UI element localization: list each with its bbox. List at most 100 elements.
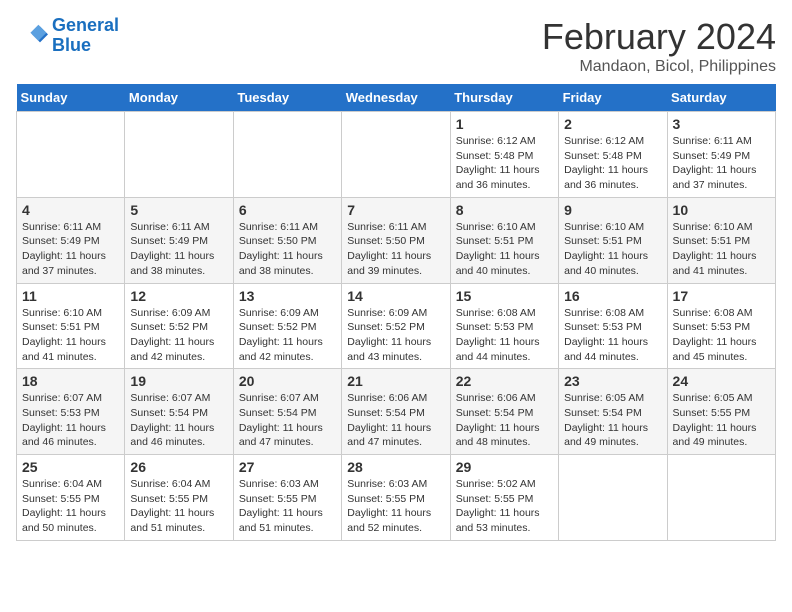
calendar-cell: 15Sunrise: 6:08 AM Sunset: 5:53 PM Dayli… (450, 283, 558, 369)
header-row: SundayMondayTuesdayWednesdayThursdayFrid… (17, 84, 776, 112)
calendar-cell: 13 Sunrise: 6:09 AM Sunset: 5:52 PM Dayli… (233, 283, 341, 369)
day-number: 26 (130, 459, 227, 475)
day-number: 15 (456, 288, 553, 304)
day-info: Sunrise: 6:05 AM Sunset: 5:55 PM Dayligh… (673, 391, 770, 450)
day-info: Sunrise: 6:04 AM Sunset: 5:55 PM Dayligh… (130, 477, 227, 536)
calendar-cell (559, 455, 667, 541)
calendar-cell: 2 Sunrise: 6:12 AM Sunset: 5:48 PM Daylig… (559, 112, 667, 198)
day-number: 5 (130, 202, 227, 218)
weekday-header-wednesday: Wednesday (342, 84, 450, 112)
day-number: 22 (456, 373, 553, 389)
day-info: Sunrise: 6:11 AM Sunset: 5:49 PM Dayligh… (130, 220, 227, 279)
calendar-cell: 1Sunrise: 6:12 AM Sunset: 5:48 PM Daylig… (450, 112, 558, 198)
calendar-cell: 3Sunrise: 6:11 AM Sunset: 5:49 PM Daylig… (667, 112, 775, 198)
day-info: Sunrise: 6:07 AM Sunset: 5:54 PM Dayligh… (130, 391, 227, 450)
day-number: 25 (22, 459, 119, 475)
day-number: 16 (564, 288, 661, 304)
day-info: Sunrise: 6:09 AM Sunset: 5:52 PM Dayligh… (130, 306, 227, 365)
calendar-week-3: 11 Sunrise: 6:10 AM Sunset: 5:51 PM Dayli… (17, 283, 776, 369)
calendar-body: 1Sunrise: 6:12 AM Sunset: 5:48 PM Daylig… (17, 112, 776, 541)
logo: General Blue (16, 16, 119, 56)
logo-line1: General (52, 15, 119, 35)
calendar-cell: 11 Sunrise: 6:10 AM Sunset: 5:51 PM Dayli… (17, 283, 125, 369)
weekday-header-sunday: Sunday (17, 84, 125, 112)
day-number: 12 (130, 288, 227, 304)
weekday-header-thursday: Thursday (450, 84, 558, 112)
calendar-cell: 17Sunrise: 6:08 AM Sunset: 5:53 PM Dayli… (667, 283, 775, 369)
day-number: 20 (239, 373, 336, 389)
day-number: 28 (347, 459, 444, 475)
day-number: 19 (130, 373, 227, 389)
calendar-cell: 7 Sunrise: 6:11 AM Sunset: 5:50 PM Daylig… (342, 197, 450, 283)
day-info: Sunrise: 6:11 AM Sunset: 5:50 PM Dayligh… (239, 220, 336, 279)
weekday-header-tuesday: Tuesday (233, 84, 341, 112)
calendar-cell: 25 Sunrise: 6:04 AM Sunset: 5:55 PM Dayli… (17, 455, 125, 541)
calendar-cell (17, 112, 125, 198)
day-number: 11 (22, 288, 119, 304)
calendar-cell: 19 Sunrise: 6:07 AM Sunset: 5:54 PM Dayli… (125, 369, 233, 455)
day-number: 2 (564, 116, 661, 132)
day-number: 17 (673, 288, 770, 304)
day-info: Sunrise: 6:03 AM Sunset: 5:55 PM Dayligh… (347, 477, 444, 536)
calendar-cell: 14 Sunrise: 6:09 AM Sunset: 5:52 PM Dayli… (342, 283, 450, 369)
day-number: 4 (22, 202, 119, 218)
calendar-cell: 4 Sunrise: 6:11 AM Sunset: 5:49 PM Daylig… (17, 197, 125, 283)
day-number: 13 (239, 288, 336, 304)
day-info: Sunrise: 6:09 AM Sunset: 5:52 PM Dayligh… (239, 306, 336, 365)
calendar-cell: 23Sunrise: 6:05 AM Sunset: 5:54 PM Dayli… (559, 369, 667, 455)
calendar-cell: 18Sunrise: 6:07 AM Sunset: 5:53 PM Dayli… (17, 369, 125, 455)
day-info: Sunrise: 6:10 AM Sunset: 5:51 PM Dayligh… (456, 220, 553, 279)
weekday-header-friday: Friday (559, 84, 667, 112)
day-info: Sunrise: 6:07 AM Sunset: 5:54 PM Dayligh… (239, 391, 336, 450)
day-info: Sunrise: 6:04 AM Sunset: 5:55 PM Dayligh… (22, 477, 119, 536)
day-info: Sunrise: 6:12 AM Sunset: 5:48 PM Dayligh… (456, 134, 553, 193)
day-info: Sunrise: 6:11 AM Sunset: 5:49 PM Dayligh… (22, 220, 119, 279)
weekday-header-saturday: Saturday (667, 84, 775, 112)
day-info: Sunrise: 6:06 AM Sunset: 5:54 PM Dayligh… (347, 391, 444, 450)
logo-text: General Blue (52, 16, 119, 56)
day-number: 27 (239, 459, 336, 475)
calendar-cell (667, 455, 775, 541)
day-info: Sunrise: 6:10 AM Sunset: 5:51 PM Dayligh… (564, 220, 661, 279)
calendar-cell: 20 Sunrise: 6:07 AM Sunset: 5:54 PM Dayli… (233, 369, 341, 455)
day-info: Sunrise: 6:10 AM Sunset: 5:51 PM Dayligh… (673, 220, 770, 279)
calendar-cell: 26 Sunrise: 6:04 AM Sunset: 5:55 PM Dayli… (125, 455, 233, 541)
day-number: 14 (347, 288, 444, 304)
day-info: Sunrise: 6:09 AM Sunset: 5:52 PM Dayligh… (347, 306, 444, 365)
calendar-cell (342, 112, 450, 198)
calendar-cell: 5 Sunrise: 6:11 AM Sunset: 5:49 PM Daylig… (125, 197, 233, 283)
calendar-cell: 12 Sunrise: 6:09 AM Sunset: 5:52 PM Dayli… (125, 283, 233, 369)
calendar-week-1: 1Sunrise: 6:12 AM Sunset: 5:48 PM Daylig… (17, 112, 776, 198)
day-number: 9 (564, 202, 661, 218)
day-number: 3 (673, 116, 770, 132)
calendar-cell: 27 Sunrise: 6:03 AM Sunset: 5:55 PM Dayli… (233, 455, 341, 541)
day-number: 21 (347, 373, 444, 389)
calendar-cell: 29Sunrise: 5:02 AM Sunset: 5:55 PM Dayli… (450, 455, 558, 541)
day-info: Sunrise: 6:08 AM Sunset: 5:53 PM Dayligh… (564, 306, 661, 365)
day-number: 18 (22, 373, 119, 389)
calendar-cell (125, 112, 233, 198)
calendar-cell: 10 Sunrise: 6:10 AM Sunset: 5:51 PM Dayli… (667, 197, 775, 283)
calendar-week-2: 4 Sunrise: 6:11 AM Sunset: 5:49 PM Daylig… (17, 197, 776, 283)
day-info: Sunrise: 6:03 AM Sunset: 5:55 PM Dayligh… (239, 477, 336, 536)
day-number: 6 (239, 202, 336, 218)
day-info: Sunrise: 6:06 AM Sunset: 5:54 PM Dayligh… (456, 391, 553, 450)
logo-icon (16, 20, 48, 52)
calendar-cell: 6 Sunrise: 6:11 AM Sunset: 5:50 PM Daylig… (233, 197, 341, 283)
page-header: General Blue February 2024 Mandaon, Bico… (16, 16, 776, 76)
calendar-cell: 21 Sunrise: 6:06 AM Sunset: 5:54 PM Dayli… (342, 369, 450, 455)
day-number: 10 (673, 202, 770, 218)
calendar-cell: 9 Sunrise: 6:10 AM Sunset: 5:51 PM Daylig… (559, 197, 667, 283)
calendar-week-4: 18Sunrise: 6:07 AM Sunset: 5:53 PM Dayli… (17, 369, 776, 455)
day-info: Sunrise: 6:11 AM Sunset: 5:50 PM Dayligh… (347, 220, 444, 279)
day-number: 8 (456, 202, 553, 218)
calendar-cell: 8 Sunrise: 6:10 AM Sunset: 5:51 PM Daylig… (450, 197, 558, 283)
day-number: 7 (347, 202, 444, 218)
day-info: Sunrise: 6:05 AM Sunset: 5:54 PM Dayligh… (564, 391, 661, 450)
logo-line2: Blue (52, 35, 91, 55)
day-info: Sunrise: 6:10 AM Sunset: 5:51 PM Dayligh… (22, 306, 119, 365)
day-info: Sunrise: 5:02 AM Sunset: 5:55 PM Dayligh… (456, 477, 553, 536)
day-info: Sunrise: 6:12 AM Sunset: 5:48 PM Dayligh… (564, 134, 661, 193)
calendar-cell: 22 Sunrise: 6:06 AM Sunset: 5:54 PM Dayli… (450, 369, 558, 455)
location-title: Mandaon, Bicol, Philippines (542, 58, 776, 76)
